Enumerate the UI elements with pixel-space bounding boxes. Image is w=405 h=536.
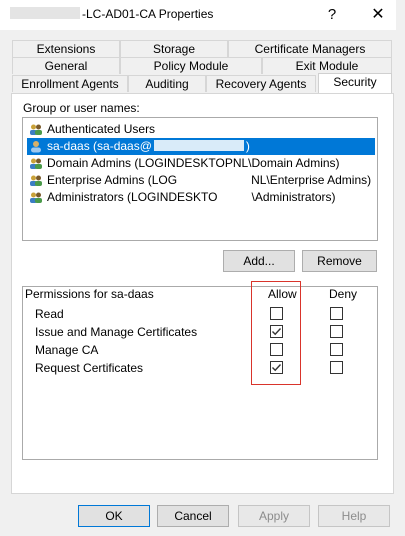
deny-read-checkbox[interactable] [330,307,343,320]
users-listbox[interactable]: Authenticated Users sa-daas (sa-daas@) D… [22,117,378,241]
window-title: -LC-AD01-CA Properties [10,7,213,21]
right-edge-strip [396,0,405,536]
user-icon [31,141,41,153]
user-group-icon [30,175,42,186]
tab-recovery-agents[interactable]: Recovery Agents [206,75,316,92]
deny-column-header: Deny [329,287,358,301]
deny-request-checkbox[interactable] [330,361,343,374]
help-button[interactable]: Help [318,505,390,527]
permission-read-label: Read [35,307,64,321]
close-icon[interactable]: ✕ [358,0,398,30]
title-bar: -LC-AD01-CA Properties ? ✕ [0,0,405,30]
list-item[interactable]: Domain Admins (LOGINDESKTOPNL\Domain Adm… [27,155,375,172]
redacted-text [153,140,244,151]
help-title-button[interactable]: ? [312,0,352,30]
user-name: Enterprise Admins (LOG [47,173,178,187]
list-item[interactable]: Administrators (LOGINDESKTO \Administrato… [27,189,375,206]
user-name-suffix: ) [245,139,250,153]
user-name-suffix: NL\Enterprise Admins) [251,173,372,187]
permission-request-label: Request Certificates [35,361,144,375]
permission-manage-ca-label: Manage CA [35,343,99,357]
redacted-title-prefix [10,7,80,19]
user-name: sa-daas (sa-daas@ [47,139,152,153]
apply-button[interactable]: Apply [238,505,310,527]
user-name: Administrators (LOGINDESKTO [47,190,218,204]
redacted-text [179,174,250,185]
group-or-user-names-label: Group or user names: [23,101,140,115]
tab-extensions[interactable]: Extensions [12,40,120,57]
list-item[interactable]: Enterprise Admins (LOG NL\Enterprise Admi… [27,172,375,189]
user-group-icon [30,124,42,135]
tab-auditing[interactable]: Auditing [128,75,206,92]
tab-storage[interactable]: Storage [120,40,228,57]
remove-button[interactable]: Remove [302,250,377,272]
add-button[interactable]: Add... [223,250,295,272]
user-group-icon [30,192,42,203]
tab-general[interactable]: General [12,57,120,74]
user-name-suffix: \Administrators) [251,190,336,204]
deny-manage-ca-checkbox[interactable] [330,343,343,356]
redacted-text [219,191,250,202]
permission-issue-manage-label: Issue and Manage Certificates [35,325,198,339]
deny-issue-manage-checkbox[interactable] [330,325,343,338]
permissions-label: Permissions for sa-daas [25,287,154,301]
cancel-button[interactable]: Cancel [157,505,229,527]
tab-security[interactable]: Security [318,73,392,93]
ok-button[interactable]: OK [78,505,150,527]
list-item[interactable]: Authenticated Users [27,121,375,138]
tab-enrollment-agents[interactable]: Enrollment Agents [12,75,128,92]
tab-policy-module[interactable]: Policy Module [120,57,262,74]
user-group-icon [30,158,42,169]
list-item-selected[interactable]: sa-daas (sa-daas@) [27,138,375,155]
tab-certificate-managers[interactable]: Certificate Managers [228,40,392,57]
tab-exit-module[interactable]: Exit Module [262,57,392,74]
allow-column-highlight [251,281,301,385]
